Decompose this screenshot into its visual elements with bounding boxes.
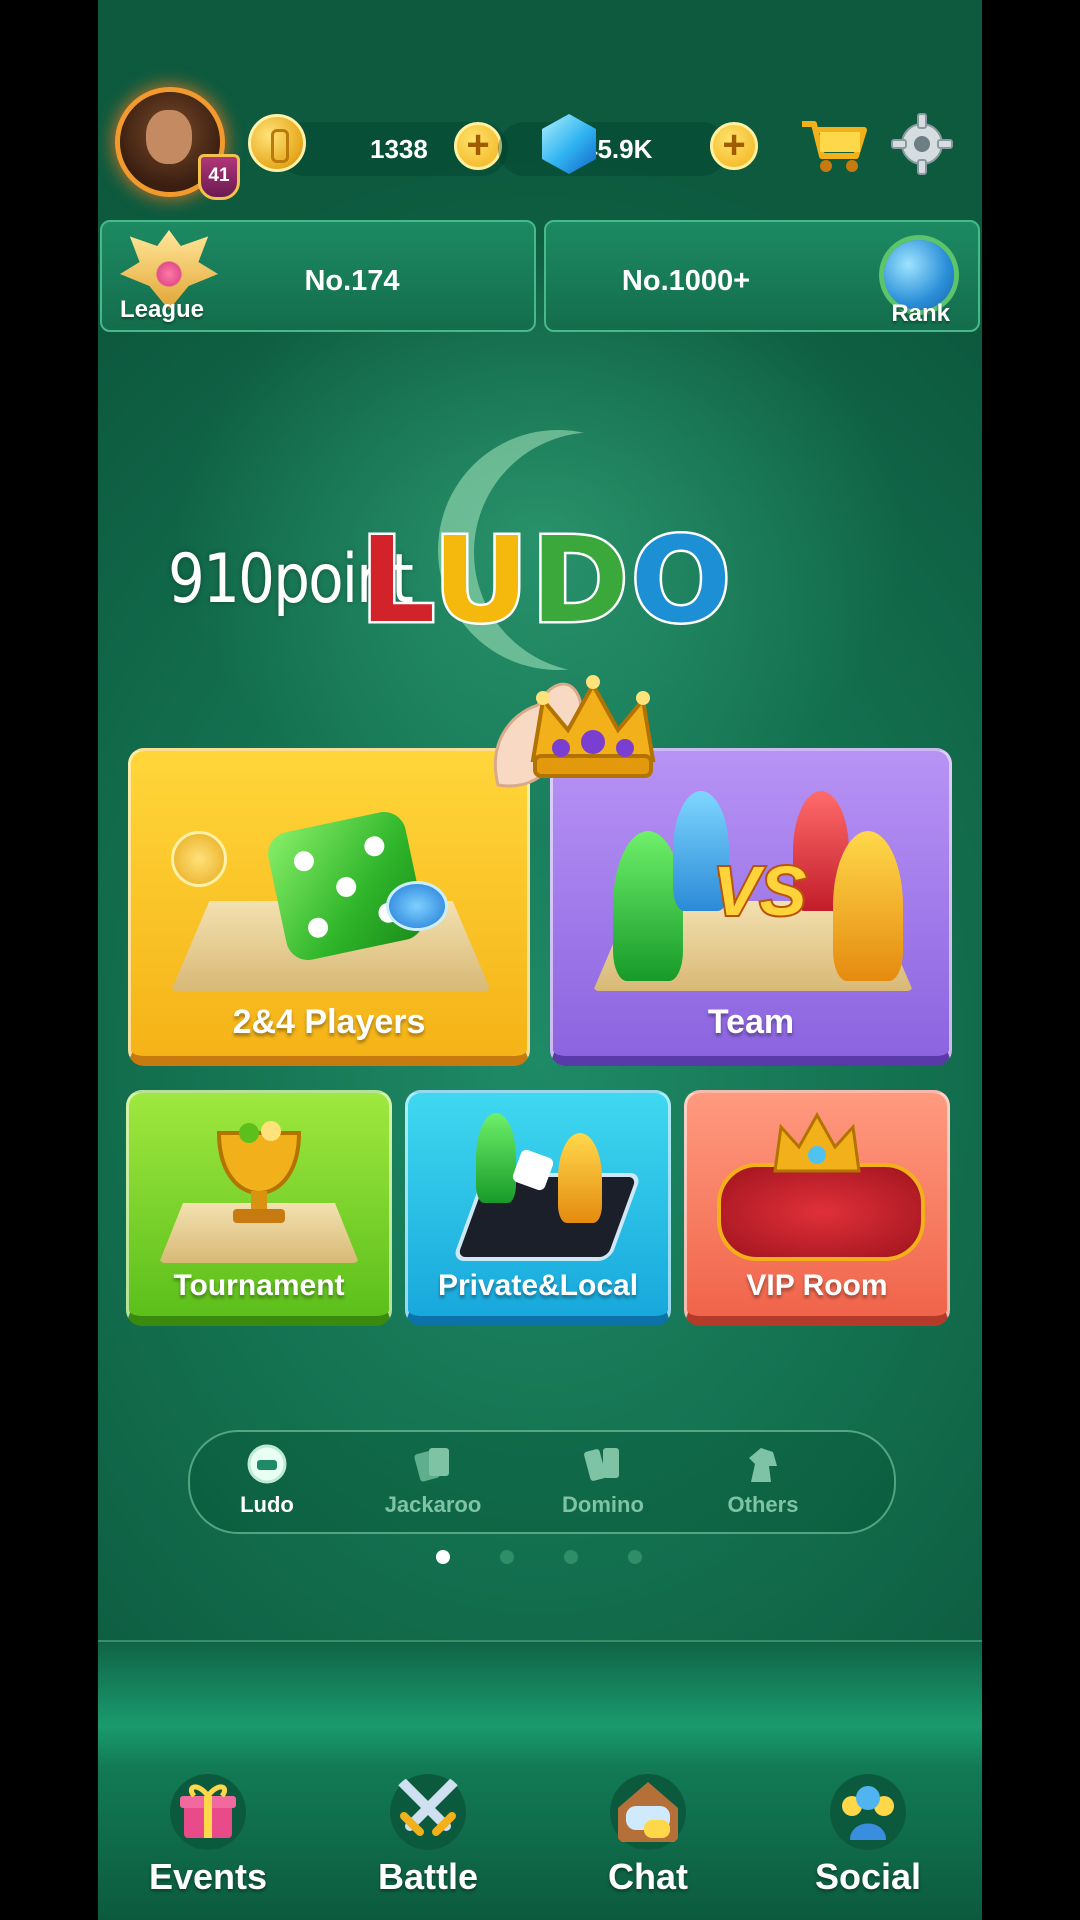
coin-count: 1338: [370, 134, 428, 164]
nav-battle-label: Battle: [377, 1856, 479, 1897]
add-gems-button[interactable]: +: [710, 122, 758, 170]
green-pawn-icon: [476, 1113, 516, 1203]
crown-icon: [530, 675, 656, 778]
gear-icon[interactable]: [890, 112, 954, 176]
page-dot[interactable]: [628, 1550, 642, 1564]
gem-balance: 45.9K: [498, 122, 728, 176]
tab-jackaroo-label: Jackaroo: [384, 1492, 482, 1517]
cart-icon[interactable]: [798, 116, 868, 176]
ludo-title: LUDO: [358, 518, 734, 643]
coin-icon: [248, 114, 306, 172]
vs-badge: VS: [711, 850, 808, 932]
logo-letter-u: U: [430, 511, 531, 649]
league-position: No.174: [304, 265, 400, 297]
nav-social-label: Social: [814, 1856, 922, 1897]
gift-icon: [170, 1774, 246, 1850]
top-bar: 41 1338 + 45.9K +: [98, 92, 982, 202]
game-logo: 910point LUDO: [98, 390, 982, 690]
game-lobby: 41 1338 + 45.9K + League No.174 No.1000+…: [98, 0, 982, 1920]
nav-battle[interactable]: Battle: [338, 1772, 518, 1920]
tournament-mode-label: Tournament: [173, 1269, 345, 1302]
page-dot[interactable]: [564, 1550, 578, 1564]
team-mode-label: Team: [707, 1003, 795, 1041]
players-mode-label: 2&4 Players: [232, 1003, 426, 1041]
horse-icon: [749, 1448, 777, 1482]
tab-others[interactable]: Others: [688, 1438, 838, 1528]
swords-icon: [390, 1774, 466, 1850]
page-indicator: [98, 1546, 982, 1566]
nav-social[interactable]: Social: [778, 1772, 958, 1920]
private-local-mode-card[interactable]: Private&Local: [405, 1090, 671, 1326]
league-label: League: [120, 296, 205, 323]
tab-domino-label: Domino: [562, 1492, 644, 1517]
bottom-navigation: Events Battle Chat Social: [98, 1640, 982, 1920]
ludo-icon: [247, 1444, 287, 1484]
level-badge: 41: [198, 154, 240, 200]
page-dot[interactable]: [436, 1550, 450, 1564]
page-dot[interactable]: [500, 1550, 514, 1564]
tab-domino[interactable]: Domino: [528, 1438, 678, 1528]
logo-letter-l: L: [358, 511, 434, 649]
logo-letter-d: D: [528, 511, 631, 649]
yellow-pawn-icon: [833, 831, 903, 981]
tab-ludo[interactable]: Ludo: [192, 1438, 342, 1528]
vip-room-mode-card[interactable]: VIP Room: [684, 1090, 950, 1326]
vip-room-mode-label: VIP Room: [746, 1269, 888, 1302]
game-type-tabs: Ludo Jackaroo Domino Others: [188, 1430, 896, 1534]
league-panel[interactable]: League No.174: [100, 220, 536, 332]
coin-token-icon: [171, 831, 227, 887]
yellow-pawn-icon: [558, 1133, 602, 1223]
tab-ludo-label: Ludo: [240, 1492, 294, 1517]
add-coins-button[interactable]: +: [454, 122, 502, 170]
private-local-mode-label: Private&Local: [437, 1269, 639, 1302]
domino-icon: [584, 1448, 619, 1481]
tab-jackaroo[interactable]: Jackaroo: [358, 1438, 508, 1528]
cards-icon: [414, 1448, 449, 1482]
tab-others-label: Others: [727, 1492, 799, 1517]
trophy-icon: [216, 1121, 302, 1223]
nav-chat-label: Chat: [608, 1856, 688, 1897]
players-mode-card[interactable]: 2&4 Players: [128, 748, 530, 1066]
nav-events[interactable]: Events: [118, 1772, 298, 1920]
team-mode-card[interactable]: VS Team: [550, 748, 952, 1066]
rank-position: No.1000+: [621, 265, 751, 297]
crown-icon: [773, 1111, 861, 1173]
tournament-mode-card[interactable]: Tournament: [126, 1090, 392, 1326]
nav-events-label: Events: [148, 1856, 268, 1897]
people-icon: [830, 1774, 906, 1850]
rank-label: Rank: [891, 300, 950, 327]
rank-panel[interactable]: No.1000+ Rank: [544, 220, 980, 332]
avatar-face: [146, 110, 192, 164]
chat-house-icon: [610, 1774, 686, 1850]
blue-token-icon: [386, 881, 448, 931]
logo-letter-o: O: [628, 511, 734, 649]
nav-chat[interactable]: Chat: [558, 1772, 738, 1920]
